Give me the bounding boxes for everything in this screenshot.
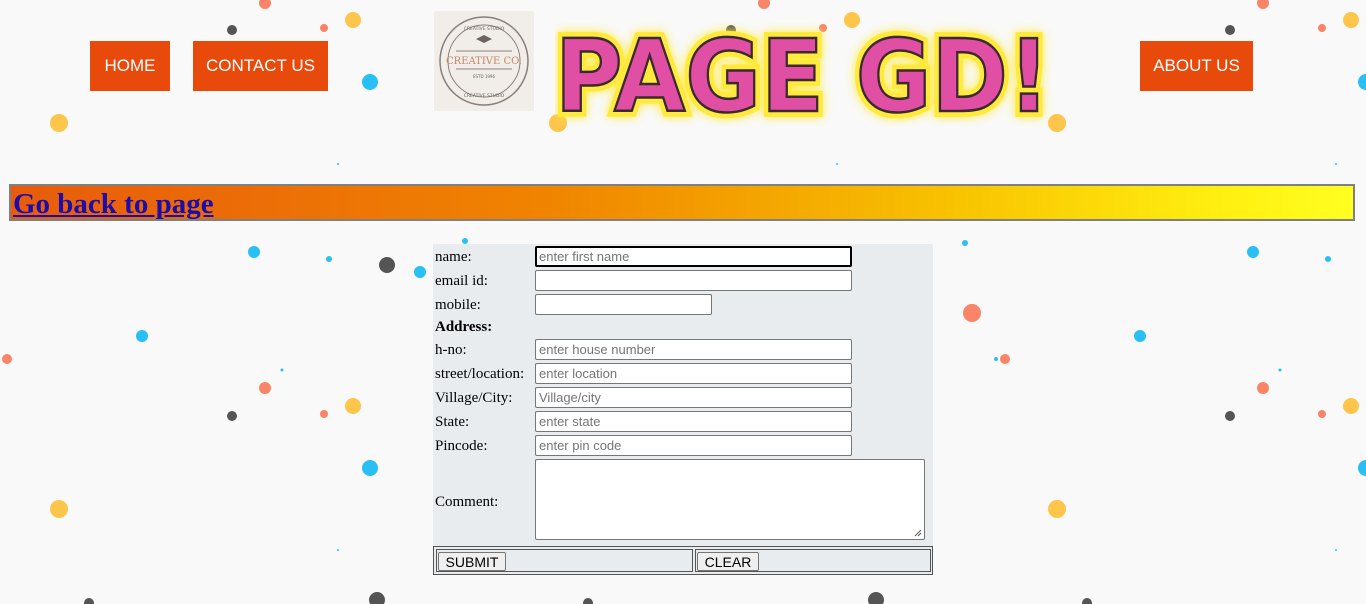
- about-us-button[interactable]: ABOUT US: [1140, 41, 1253, 91]
- form-buttons-table: SUBMIT CLEAR: [433, 546, 933, 575]
- mobile-label: mobile:: [435, 297, 481, 313]
- go-back-bar: Go back to page: [9, 184, 1355, 221]
- hno-input[interactable]: enter house number: [535, 339, 852, 360]
- pincode-input[interactable]: enter pin code: [535, 435, 852, 456]
- name-input[interactable]: enter first name: [535, 246, 852, 267]
- comment-label: Comment:: [435, 494, 499, 510]
- state-label: State:: [435, 414, 470, 430]
- street-input[interactable]: enter location: [535, 363, 852, 384]
- contact-form: name: enter first name email id: mobile:…: [433, 244, 933, 575]
- city-label: Village/City:: [435, 390, 513, 406]
- resize-handle-icon[interactable]: [914, 529, 922, 537]
- home-button[interactable]: HOME: [90, 41, 170, 91]
- banner-title-text: PAGE GD!: [555, 18, 1050, 126]
- hno-label: h-no:: [435, 342, 467, 358]
- mobile-input[interactable]: [535, 294, 712, 315]
- go-back-link[interactable]: Go back to page: [13, 186, 214, 223]
- email-input[interactable]: [535, 270, 852, 291]
- clear-cell: CLEAR: [695, 549, 931, 572]
- submit-button[interactable]: SUBMIT: [438, 552, 506, 571]
- name-label: name:: [435, 249, 472, 265]
- address-heading: Address:: [435, 319, 493, 335]
- page-banner-title: PAGE GD! PAGE GD!: [555, 16, 1056, 126]
- city-input[interactable]: Village/city: [535, 387, 852, 408]
- logo-arc-top-text: CREATIVE STUDIO: [464, 26, 505, 32]
- contact-us-button[interactable]: CONTACT US: [193, 41, 328, 91]
- pincode-label: Pincode:: [435, 438, 488, 454]
- email-label: email id:: [435, 273, 488, 289]
- clear-button[interactable]: CLEAR: [697, 552, 759, 571]
- logo-text: CREATIVE CO.: [446, 56, 522, 67]
- comment-textarea[interactable]: [535, 459, 925, 540]
- street-label: street/location:: [435, 366, 525, 382]
- logo-est-text: ESTD 1996: [473, 74, 495, 79]
- state-input[interactable]: enter state: [535, 411, 852, 432]
- submit-cell: SUBMIT: [436, 549, 693, 572]
- creative-co-logo: CREATIVE CO. ESTD 1996 CREATIVE STUDIO C…: [434, 11, 534, 111]
- logo-arc-bottom-text: CREATIVE STUDIO: [464, 93, 505, 99]
